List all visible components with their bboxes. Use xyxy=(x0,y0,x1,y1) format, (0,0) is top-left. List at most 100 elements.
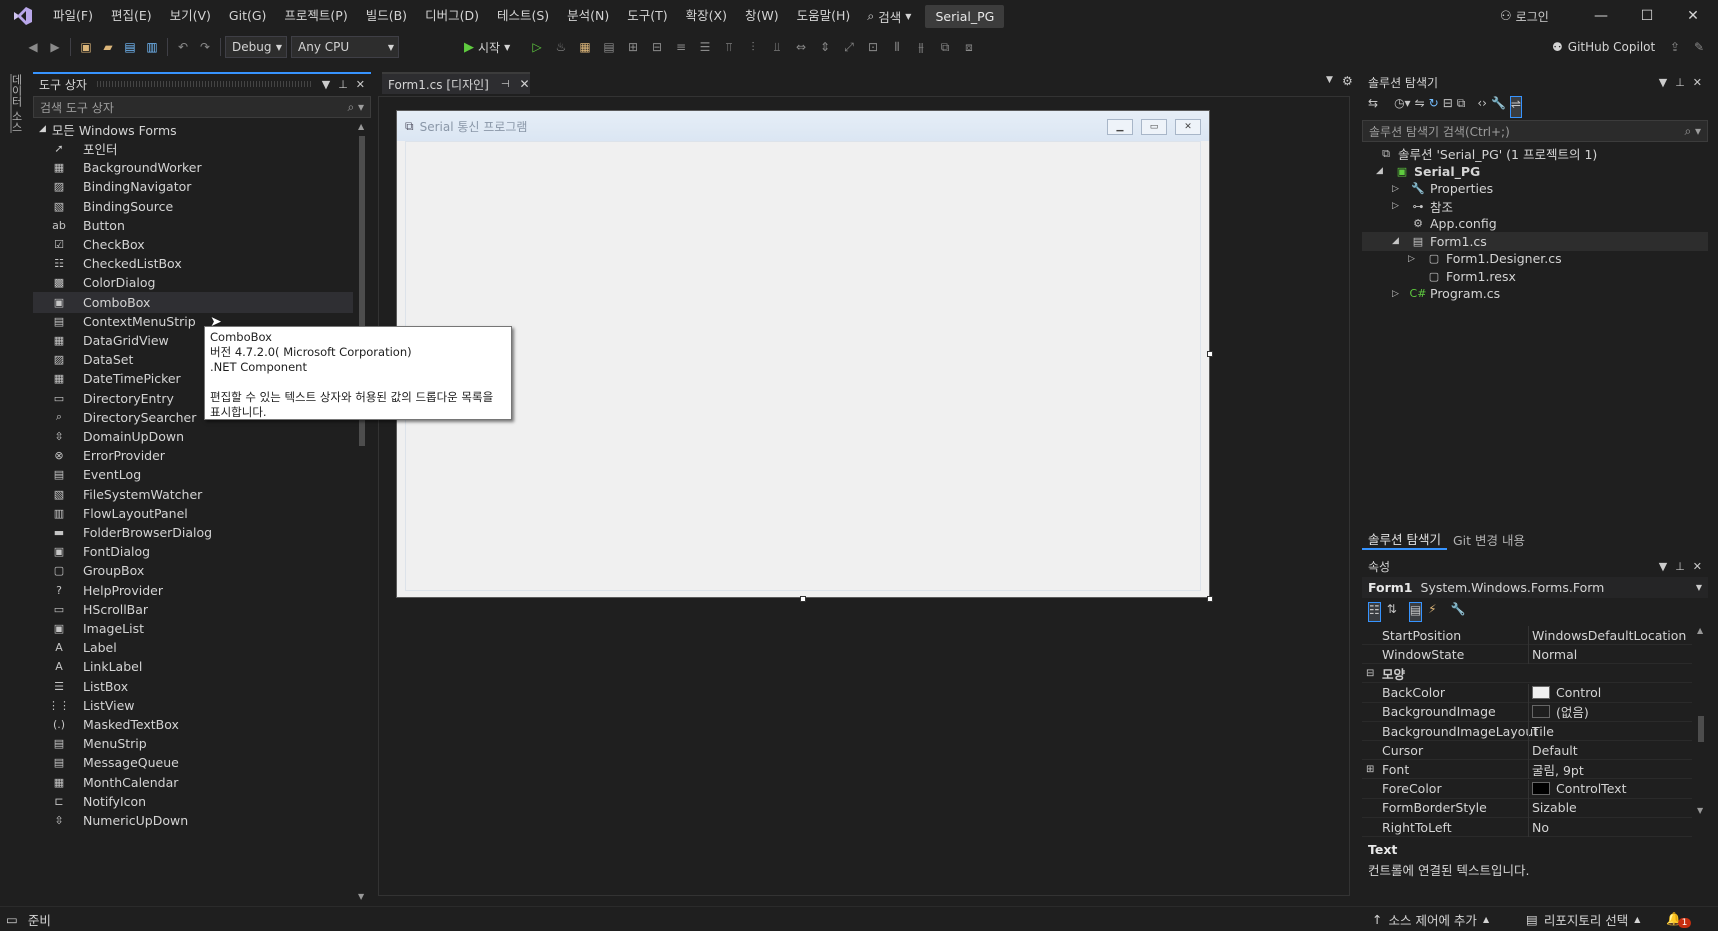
toolbox-item-listbox[interactable]: ☰ ListBox xyxy=(33,676,353,697)
toolbox-item-imagelist[interactable]: ▣ ImageList xyxy=(33,618,353,639)
menu-item[interactable]: 프로젝트(P) xyxy=(275,0,356,32)
expand-icon[interactable]: ⊞ xyxy=(1366,764,1374,775)
property-pages-icon[interactable]: 🔧 xyxy=(1451,602,1466,622)
scroll-down-icon[interactable]: ▼ xyxy=(1697,806,1703,815)
toolbox-item-bindingsource[interactable]: ▧ BindingSource xyxy=(33,196,353,217)
output-window-icon[interactable]: ▭ xyxy=(6,912,18,927)
solution-tree-node[interactable]: ⚙ App.config xyxy=(1362,214,1708,233)
collapsed-arrow-icon[interactable]: ▷ xyxy=(1392,184,1402,194)
toolbox-item-maskedtextbox[interactable]: (.) MaskedTextBox xyxy=(33,714,353,735)
object-selector-dropdown[interactable]: Form1 System.Windows.Forms.Form ▼ xyxy=(1362,577,1708,598)
resize-handle-right[interactable] xyxy=(1207,351,1213,357)
solution-explorer-search-input[interactable]: 솔루션 탐색기 검색(Ctrl+;) ⌕ ▾ xyxy=(1362,120,1708,142)
close-tab-icon[interactable]: ✕ xyxy=(520,77,530,91)
toolbox-item-helpprovider[interactable]: ? HelpProvider xyxy=(33,580,353,601)
tab-form1-design[interactable]: Form1.cs [디자인] ⊣ ✕ xyxy=(382,72,530,94)
toolbox-item-filesystemwatcher[interactable]: ▧ FileSystemWatcher xyxy=(33,484,353,505)
properties-wrench-icon[interactable]: 🔧 xyxy=(1491,96,1506,118)
toolbox-item-eventlog[interactable]: ▤ EventLog xyxy=(33,464,353,485)
menu-item[interactable]: 디버그(D) xyxy=(416,0,488,32)
maximize-button[interactable]: ☐ xyxy=(1624,0,1670,32)
close-icon[interactable]: ✕ xyxy=(356,78,365,91)
property-row-startposition[interactable]: StartPosition WindowsDefaultLocation xyxy=(1362,626,1692,645)
toolbox-item-checkbox[interactable]: ☑ CheckBox xyxy=(33,234,353,255)
property-row-backgroundimage[interactable]: BackgroundImage (없음) xyxy=(1362,702,1692,722)
close-window-button[interactable]: ✕ xyxy=(1670,0,1716,32)
dropdown-icon[interactable]: ▼ xyxy=(1659,76,1667,89)
data-sources-tab[interactable]: 데이터 소스 xyxy=(10,74,24,133)
property-value[interactable]: 굴림, 9pt xyxy=(1532,760,1584,779)
menu-item[interactable]: 도구(T) xyxy=(618,0,676,32)
horizontal-spacing-icon[interactable]: ⫴ xyxy=(886,36,908,58)
properties-view-icon[interactable]: ▤ xyxy=(1408,602,1423,622)
categorized-icon[interactable]: ☷ xyxy=(1368,602,1381,622)
back-icon[interactable]: ◀ xyxy=(22,36,44,58)
toolbox-item-combobox[interactable]: ▣ ComboBox xyxy=(33,291,353,313)
align-top-icon[interactable]: ⫪ xyxy=(718,36,740,58)
toolbox-item-folderbrowserdialog[interactable]: ▬ FolderBrowserDialog xyxy=(33,522,353,543)
toolbox-item-checkedlistbox[interactable]: ☷ CheckedListBox xyxy=(33,253,353,274)
redo-icon[interactable]: ↷ xyxy=(194,36,216,58)
menu-item[interactable]: 도움말(H) xyxy=(788,0,860,32)
property-value[interactable]: No xyxy=(1532,820,1549,835)
solution-tree-node[interactable]: ▷ ▢ Form1.Designer.cs xyxy=(1362,249,1708,268)
close-icon[interactable]: ✕ xyxy=(1693,560,1702,573)
switch-views-icon[interactable]: ⇆ xyxy=(1368,96,1378,118)
dropdown-icon[interactable]: ▼ xyxy=(1659,560,1667,573)
sync-icon[interactable]: ⇋ xyxy=(1415,96,1425,118)
align-center-icon[interactable]: ≡ xyxy=(670,36,692,58)
same-height-icon[interactable]: ⇕ xyxy=(814,36,836,58)
add-to-source-control-button[interactable]: ↑ 소스 제어에 추가 ▲ xyxy=(1372,907,1489,931)
property-row-font[interactable]: ⊞ Font 굴림, 9pt xyxy=(1362,760,1692,780)
expanded-arrow-icon[interactable]: ◢ xyxy=(1392,236,1402,246)
toolbox-item-linklabel[interactable]: A LinkLabel xyxy=(33,656,353,677)
menu-item[interactable]: Git(G) xyxy=(220,0,276,32)
toolbox-search-input[interactable]: 검색 도구 상자 ⌕ ▾ xyxy=(33,96,371,118)
collapsed-arrow-icon[interactable]: ▷ xyxy=(1392,201,1402,211)
start-without-debugging-icon[interactable]: ▷ xyxy=(526,36,548,58)
toolbox-item-messagequeue[interactable]: ▤ MessageQueue xyxy=(33,752,353,773)
solution-tree-node[interactable]: ▷ 🔧 Properties xyxy=(1362,179,1708,198)
size-to-grid-icon[interactable]: ⊡ xyxy=(862,36,884,58)
property-value[interactable]: WindowsDefaultLocation xyxy=(1532,628,1686,643)
align-middle-icon[interactable]: ⫶ xyxy=(742,36,764,58)
menu-item[interactable]: 분석(N) xyxy=(558,0,618,32)
send-to-back-icon[interactable]: ⧈ xyxy=(958,36,980,58)
settings-gear-icon[interactable]: ⚙ xyxy=(1342,74,1353,88)
view-code-icon[interactable]: ‹› xyxy=(1477,96,1487,118)
property-value[interactable]: Normal xyxy=(1532,647,1577,662)
align-bottom-icon[interactable]: ⫫ xyxy=(766,36,788,58)
dropdown-icon[interactable]: ▼ xyxy=(322,78,330,91)
property-grid-scrollbar[interactable]: ▲ ▼ xyxy=(1694,626,1708,818)
scroll-down-icon[interactable]: ▼ xyxy=(358,892,364,901)
menu-item[interactable]: 테스트(S) xyxy=(488,0,558,32)
toolbox-item-colordialog[interactable]: ▩ ColorDialog xyxy=(33,272,353,293)
same-width-icon[interactable]: ⇔ xyxy=(790,36,812,58)
toolbox-item-backgroundworker[interactable]: ▦ BackgroundWorker xyxy=(33,157,353,178)
form-client-area[interactable] xyxy=(405,141,1201,591)
menu-item[interactable]: 창(W) xyxy=(736,0,788,32)
property-value[interactable]: Default xyxy=(1532,743,1578,758)
property-value[interactable]: Tile xyxy=(1532,724,1554,739)
toolbox-item-label[interactable]: A Label xyxy=(33,637,353,658)
pin-icon[interactable]: ⊥ xyxy=(1675,560,1685,573)
toolbox-group-header[interactable]: ◢ 모든 Windows Forms xyxy=(39,120,177,138)
solution-tree-node[interactable]: ⧉ 솔루션 'Serial_PG' (1 프로젝트의 1) xyxy=(1362,144,1708,163)
feedback-icon[interactable]: ✎ xyxy=(1688,36,1710,58)
property-row-forecolor[interactable]: ForeColor ControlText xyxy=(1362,779,1692,799)
property-row-cursor[interactable]: Cursor Default xyxy=(1362,741,1692,761)
collapsed-arrow-icon[interactable]: ▷ xyxy=(1408,254,1418,264)
toolbox-item-groupbox[interactable]: ▢ GroupBox xyxy=(33,560,353,581)
menu-item[interactable]: 보기(V) xyxy=(161,0,220,32)
login-button[interactable]: ⚇ 로그인 xyxy=(1500,0,1549,32)
tab-solution-explorer[interactable]: 솔루션 탐색기 xyxy=(1362,529,1447,550)
property-value[interactable]: ControlText xyxy=(1532,781,1626,796)
toolbox-item-fontdialog[interactable]: ▣ FontDialog xyxy=(33,541,353,562)
save-icon[interactable]: ▤ xyxy=(119,36,141,58)
configuration-dropdown[interactable]: Debug ▼ xyxy=(225,36,287,58)
toolbox-item-numericupdown[interactable]: ⇳ NumericUpDown xyxy=(33,810,353,831)
minimize-button[interactable]: — xyxy=(1578,0,1624,32)
solution-tree-node[interactable]: ▷ ⊶ 참조 xyxy=(1362,197,1708,216)
toolbox-item-listview[interactable]: ⋮⋮ ListView xyxy=(33,695,353,716)
scroll-up-icon[interactable]: ▲ xyxy=(1697,626,1703,635)
